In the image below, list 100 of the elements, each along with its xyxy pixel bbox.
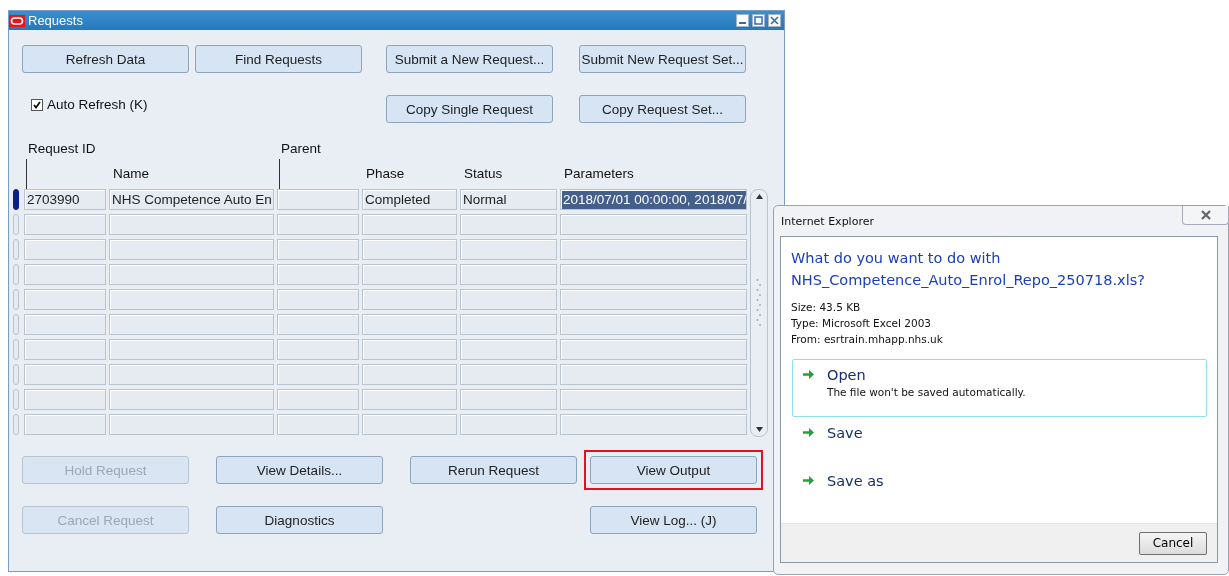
table-cell[interactable] — [24, 314, 106, 335]
action-button[interactable]: View Output — [590, 456, 757, 484]
table-cell[interactable] — [362, 414, 457, 435]
table-cell[interactable] — [277, 389, 359, 410]
table-cell[interactable] — [24, 364, 106, 385]
table-cell[interactable] — [109, 214, 274, 235]
arrow-icon — [802, 369, 815, 380]
row-indicator[interactable] — [13, 189, 19, 210]
table-cell[interactable] — [560, 389, 747, 410]
table-cell[interactable] — [560, 214, 747, 235]
action-button[interactable]: Diagnostics — [216, 506, 383, 534]
option-label: Open — [827, 366, 867, 385]
table-cell[interactable]: Normal — [460, 189, 557, 210]
table-cell[interactable] — [277, 264, 359, 285]
action-button[interactable]: Submit a New Request... — [386, 45, 553, 73]
table-cell[interactable] — [460, 389, 557, 410]
table-cell[interactable] — [560, 339, 747, 360]
download-question: What do you want to do with NHS_Competence_Auto_Enrol_Repo_250718.xls? — [790, 249, 1146, 290]
table-cell[interactable] — [362, 314, 457, 335]
table-cell[interactable] — [277, 314, 359, 335]
action-button[interactable]: Copy Single Request — [386, 95, 553, 123]
table-cell[interactable] — [277, 364, 359, 385]
table-cell[interactable] — [362, 389, 457, 410]
arrow-icon — [802, 427, 815, 438]
action-button[interactable]: View Details... — [216, 456, 383, 484]
action-button[interactable]: View Log... (J) — [590, 506, 757, 534]
table-cell[interactable] — [460, 239, 557, 260]
dialog-title: Internet Explorer — [781, 214, 874, 228]
table-cell[interactable] — [560, 364, 747, 385]
table-cell[interactable] — [362, 239, 457, 260]
table-cell[interactable] — [560, 264, 747, 285]
table-cell[interactable] — [24, 239, 106, 260]
table-cell[interactable] — [460, 314, 557, 335]
table-cell[interactable] — [460, 364, 557, 385]
checkbox-label: Auto Refresh (K) — [47, 97, 148, 112]
table-cell[interactable] — [277, 289, 359, 310]
table-cell[interactable] — [362, 289, 457, 310]
table-cell[interactable] — [109, 389, 274, 410]
table-cell[interactable] — [109, 264, 274, 285]
up-arrow-icon[interactable] — [755, 193, 764, 200]
maximize-icon[interactable] — [752, 14, 765, 27]
down-arrow-icon[interactable] — [755, 426, 764, 433]
oracle-logo-icon — [9, 14, 25, 27]
close-icon[interactable] — [768, 14, 781, 27]
column-header: Name — [113, 166, 149, 181]
table-cell[interactable] — [109, 364, 274, 385]
table-cell[interactable] — [560, 314, 747, 335]
option-item[interactable]: Save — [792, 417, 1207, 465]
table-cell[interactable] — [460, 214, 557, 235]
window-title: Requests — [28, 13, 83, 28]
action-button[interactable]: Rerun Request — [410, 456, 577, 484]
cancel-button[interactable]: Cancel — [1139, 531, 1207, 555]
table-cell[interactable] — [362, 364, 457, 385]
table-cell[interactable] — [362, 214, 457, 235]
table-cell[interactable] — [460, 339, 557, 360]
table-cell[interactable] — [24, 214, 106, 235]
table-cell[interactable] — [24, 264, 106, 285]
table-cell[interactable] — [460, 414, 557, 435]
action-button[interactable]: Refresh Data — [22, 45, 189, 73]
checkmark-icon — [33, 100, 41, 109]
table-cell[interactable]: 2703990 — [24, 189, 106, 210]
table-cell[interactable] — [460, 289, 557, 310]
table-cell[interactable] — [24, 339, 106, 360]
close-icon — [1199, 210, 1212, 220]
table-cell[interactable] — [560, 414, 747, 435]
table-cell[interactable] — [109, 289, 274, 310]
table-cell[interactable] — [560, 289, 747, 310]
table-cell[interactable] — [109, 414, 274, 435]
checkbox[interactable] — [31, 98, 43, 111]
column-header: Parent — [281, 141, 321, 156]
table-cell[interactable]: NHS Competence Auto En — [109, 189, 274, 210]
table-cell[interactable] — [24, 289, 106, 310]
table-cell[interactable] — [277, 414, 359, 435]
scrollbar[interactable] — [750, 189, 768, 437]
option-item[interactable]: Open The file won't be saved automatically. — [792, 359, 1207, 417]
option-item[interactable]: Save as — [792, 465, 1207, 513]
table-cell[interactable] — [560, 239, 747, 260]
table-cell[interactable] — [460, 264, 557, 285]
table-cell[interactable] — [109, 314, 274, 335]
file-detail: Type: Microsoft Excel 2003 — [791, 316, 932, 331]
action-button[interactable]: Find Requests — [195, 45, 362, 73]
minimize-icon[interactable] — [736, 14, 749, 27]
table-cell[interactable] — [24, 389, 106, 410]
table-cell[interactable] — [109, 239, 274, 260]
arrow-icon — [802, 475, 815, 486]
column-header: Request ID — [28, 141, 96, 156]
table-cell[interactable] — [24, 414, 106, 435]
table-cell[interactable] — [277, 339, 359, 360]
table-cell[interactable] — [277, 189, 359, 210]
table-cell[interactable]: 2018/07/01 00:00:00, 2018/07/ — [560, 189, 747, 210]
table-cell[interactable] — [277, 214, 359, 235]
table-cell[interactable] — [277, 239, 359, 260]
table-cell[interactable]: Completed — [362, 189, 457, 210]
table-cell[interactable] — [109, 339, 274, 360]
grip-icon[interactable] — [756, 278, 762, 328]
table-cell[interactable] — [362, 264, 457, 285]
close-button[interactable] — [1182, 206, 1229, 225]
action-button[interactable]: Submit New Request Set... — [579, 45, 746, 73]
action-button[interactable]: Copy Request Set... — [579, 95, 746, 123]
table-cell[interactable] — [362, 339, 457, 360]
